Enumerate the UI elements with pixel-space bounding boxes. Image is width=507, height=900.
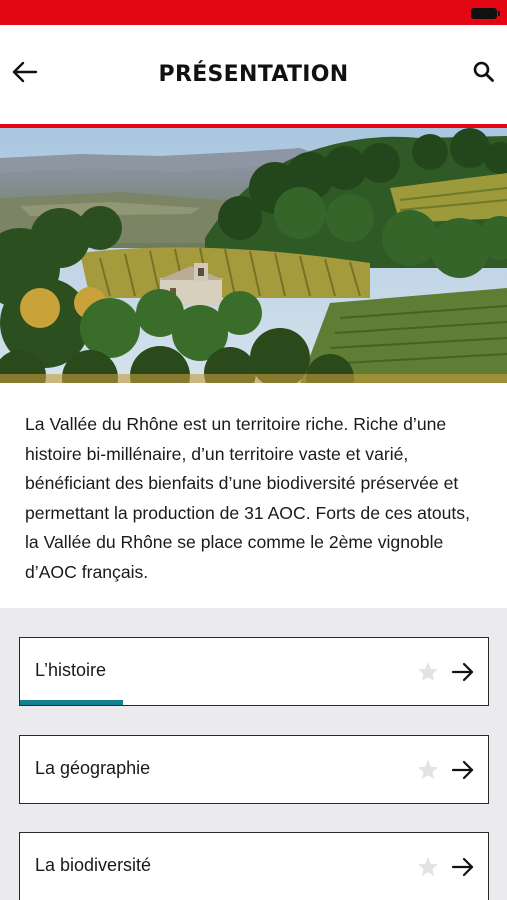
- arrow-right-icon: [451, 662, 474, 682]
- star-icon[interactable]: [416, 855, 440, 879]
- arrow-right-icon: [451, 857, 474, 877]
- vineyard-hero-image: [0, 128, 507, 383]
- menu-item-geographie[interactable]: La géographie: [19, 735, 489, 804]
- search-icon: [473, 61, 494, 82]
- menu-item-label: L’histoire: [35, 660, 107, 680]
- reading-progress-bar: [20, 700, 123, 705]
- menu-item-histoire[interactable]: L’histoire: [19, 637, 489, 706]
- menu-item-biodiversite[interactable]: La biodiversité: [19, 832, 489, 900]
- menu-item-label: La biodiversité: [35, 855, 152, 875]
- search-button[interactable]: [471, 59, 497, 85]
- menu-item-label: La géographie: [35, 758, 151, 778]
- topic-menu: L’histoire La géographie La biodiversité: [0, 608, 507, 900]
- battery-icon: [471, 8, 500, 19]
- app-header: PRÉSENTATION: [0, 25, 507, 124]
- intro-section: La Vallée du Rhône est un territoire ric…: [0, 383, 507, 608]
- page-title: PRÉSENTATION: [158, 62, 349, 87]
- status-bar: [0, 0, 507, 25]
- star-icon[interactable]: [416, 660, 440, 684]
- arrow-right-icon: [451, 760, 474, 780]
- intro-text: La Vallée du Rhône est un territoire ric…: [25, 414, 470, 582]
- star-icon[interactable]: [416, 758, 440, 782]
